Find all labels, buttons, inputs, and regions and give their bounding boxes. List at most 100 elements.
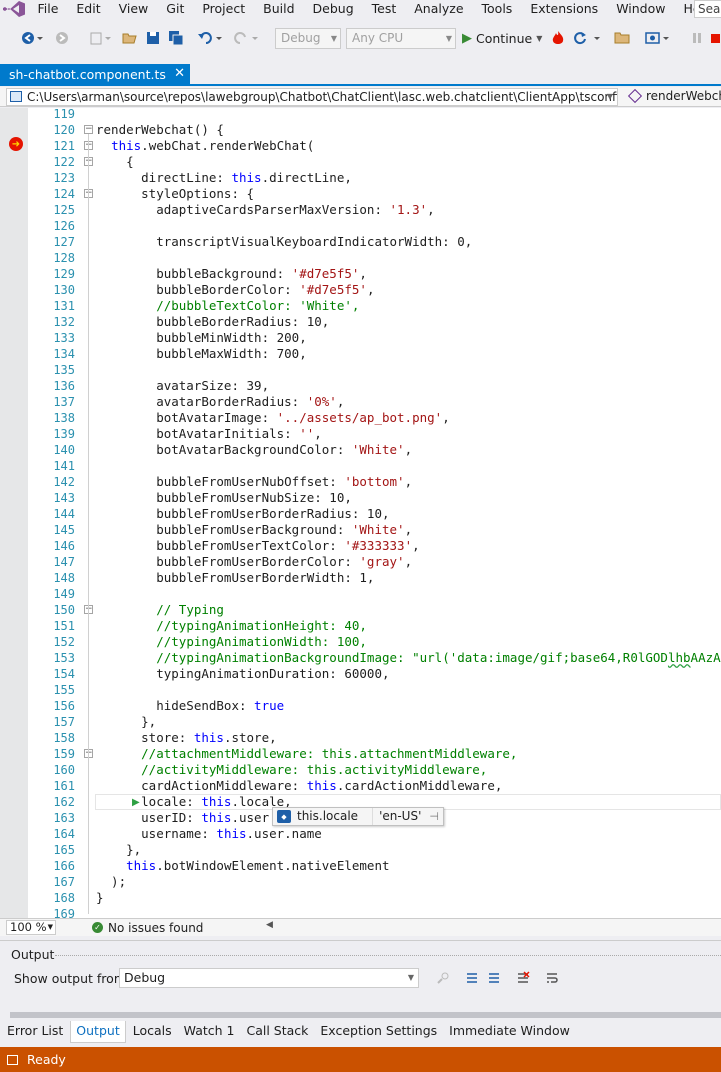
code-line[interactable]: 150− // Typing — [0, 602, 721, 618]
tab-locals[interactable]: Locals — [128, 1021, 177, 1043]
code-line[interactable]: 159− //attachmentMiddleware: this.attach… — [0, 746, 721, 762]
code-line[interactable]: 133 bubbleMinWidth: 200, — [0, 330, 721, 346]
code-line[interactable]: 158 store: this.store, — [0, 730, 721, 746]
code-line[interactable]: 126 — [0, 218, 721, 234]
output-source-select[interactable]: Debug ▼ — [119, 968, 419, 988]
data-tip[interactable]: ◆ this.locale 'en-US' ⊣ — [272, 807, 444, 826]
code-line[interactable]: 129 bubbleBackground: '#d7e5f5', — [0, 266, 721, 282]
code-line[interactable]: 147 bubbleFromUserBorderColor: 'gray', — [0, 554, 721, 570]
code-line[interactable]: 122− { — [0, 154, 721, 170]
code-line[interactable]: 164 username: this.user.name — [0, 826, 721, 842]
menu-extensions[interactable]: Extensions — [521, 1, 607, 17]
tab-sh-chatbot-component[interactable]: sh-chatbot.component.ts ✕ — [0, 64, 190, 85]
code-line[interactable]: 160 //activityMiddleware: this.activityM… — [0, 762, 721, 778]
collapse-icon[interactable]: − — [84, 125, 93, 134]
code-line[interactable]: 120− renderWebchat() { — [0, 122, 721, 138]
code-line[interactable]: 148 bubbleFromUserBorderWidth: 1, — [0, 570, 721, 586]
code-line[interactable]: 132 bubbleBorderRadius: 10, — [0, 314, 721, 330]
menu-window[interactable]: Window — [607, 1, 674, 17]
solution-platform-select[interactable]: Any CPU ▼ — [346, 28, 456, 49]
new-project-icon[interactable] — [86, 28, 114, 48]
code-line[interactable]: 156 hideSendBox: true — [0, 698, 721, 714]
code-line[interactable]: 167 ); — [0, 874, 721, 890]
save-all-icon[interactable] — [166, 28, 186, 48]
run-to-click-icon[interactable]: ▶ — [132, 797, 140, 808]
code-line[interactable]: 144 bubbleFromUserBorderRadius: 10, — [0, 506, 721, 522]
folder-icon[interactable] — [612, 28, 632, 48]
code-line[interactable]: 169 — [0, 906, 721, 918]
tab-output[interactable]: Output — [70, 1021, 126, 1043]
code-line[interactable]: 136 avatarSize: 39, — [0, 378, 721, 394]
code-line[interactable]: 138 botAvatarImage: '../assets/ap_bot.pn… — [0, 410, 721, 426]
code-line[interactable]: 149 — [0, 586, 721, 602]
menu-build[interactable]: Build — [254, 1, 303, 17]
close-icon[interactable]: ✕ — [174, 66, 185, 81]
menu-debug[interactable]: Debug — [304, 1, 363, 17]
code-line[interactable]: 142 bubbleFromUserNubOffset: 'bottom', — [0, 474, 721, 490]
code-line[interactable]: 152 //typingAnimationWidth: 100, — [0, 634, 721, 650]
menu-edit[interactable]: Edit — [67, 1, 109, 17]
code-line[interactable]: 139 botAvatarInitials: '', — [0, 426, 721, 442]
visual-studio-logo-icon[interactable] — [0, 0, 28, 18]
toggle-word-wrap-icon[interactable] — [544, 970, 560, 986]
scroll-left-icon[interactable]: ◀ — [266, 920, 273, 930]
menu-project[interactable]: Project — [193, 1, 254, 17]
undo-icon[interactable] — [195, 28, 225, 48]
menu-git[interactable]: Git — [157, 1, 193, 17]
code-line[interactable]: 140 botAvatarBackgroundColor: 'White', — [0, 442, 721, 458]
code-line[interactable]: 127 transcriptVisualKeyboardIndicatorWid… — [0, 234, 721, 250]
find-message-icon[interactable] — [435, 970, 451, 986]
menu-view[interactable]: View — [110, 1, 158, 17]
code-line[interactable]: 123 directLine: this.directLine, — [0, 170, 721, 186]
code-line[interactable]: 145 bubbleFromUserBackground: 'White', — [0, 522, 721, 538]
continue-button[interactable]: ▶ Continue ▼ — [462, 28, 542, 48]
pin-icon[interactable]: ⊣ — [425, 810, 443, 823]
code-line[interactable]: 121− this.webChat.renderWebChat( — [0, 138, 721, 154]
tab-call-stack[interactable]: Call Stack — [241, 1021, 313, 1043]
project-dropdown[interactable]: C:\Users\arman\source\repos\lawebgroup\C… — [6, 88, 618, 106]
hot-reload-icon[interactable] — [549, 28, 567, 48]
menu-tools[interactable]: Tools — [473, 1, 522, 17]
code-line[interactable]: 161 cardActionMiddleware: this.cardActio… — [0, 778, 721, 794]
datatip-value[interactable]: 'en-US' — [373, 808, 425, 825]
code-line[interactable]: 155 — [0, 682, 721, 698]
code-line[interactable]: 151 //typingAnimationHeight: 40, — [0, 618, 721, 634]
code-line[interactable]: 124− styleOptions: { — [0, 186, 721, 202]
code-line[interactable]: 143 bubbleFromUserNubSize: 10, — [0, 490, 721, 506]
horizontal-scrollbar[interactable] — [10, 1012, 721, 1018]
code-line[interactable]: 154 typingAnimationDuration: 60000, — [0, 666, 721, 682]
tab-immediate-window[interactable]: Immediate Window — [444, 1021, 575, 1043]
menu-analyze[interactable]: Analyze — [405, 1, 472, 17]
tab-exception-settings[interactable]: Exception Settings — [315, 1021, 442, 1043]
stop-icon[interactable] — [708, 28, 721, 48]
code-line[interactable]: 166 this.botWindowElement.nativeElement — [0, 858, 721, 874]
code-line[interactable]: 146 bubbleFromUserTextColor: '#333333', — [0, 538, 721, 554]
redo-icon[interactable] — [230, 28, 262, 48]
issues-indicator[interactable]: ✓ No issues found — [92, 920, 203, 936]
code-line[interactable]: 153 //typingAnimationBackgroundImage: "u… — [0, 650, 721, 666]
code-line[interactable]: 125 adaptiveCardsParserMaxVersion: '1.3'… — [0, 202, 721, 218]
open-file-icon[interactable] — [120, 28, 140, 48]
code-line[interactable]: 130 bubbleBorderColor: '#d7e5f5', — [0, 282, 721, 298]
tab-watch-1[interactable]: Watch 1 — [179, 1021, 240, 1043]
pause-icon[interactable] — [690, 28, 704, 48]
clear-all-icon[interactable] — [515, 970, 531, 986]
go-to-previous-message-icon[interactable] — [464, 970, 480, 986]
menu-test[interactable]: Test — [363, 1, 406, 17]
code-line[interactable]: 134 bubbleMaxWidth: 700, — [0, 346, 721, 362]
code-line[interactable]: 141 — [0, 458, 721, 474]
code-line[interactable]: 157 }, — [0, 714, 721, 730]
code-line[interactable]: 137 avatarBorderRadius: '0%', — [0, 394, 721, 410]
search-input[interactable]: Search — [694, 0, 721, 18]
restart-icon[interactable] — [570, 28, 604, 48]
navigate-forward-icon[interactable] — [52, 28, 72, 48]
navigate-back-button[interactable] — [18, 28, 46, 48]
code-line[interactable]: 135 — [0, 362, 721, 378]
solution-configuration-select[interactable]: Debug ▼ — [275, 28, 341, 49]
member-dropdown[interactable]: renderWebchat — [626, 88, 721, 106]
code-line[interactable]: 165 }, — [0, 842, 721, 858]
save-icon[interactable] — [144, 28, 162, 48]
go-to-next-message-icon[interactable] — [486, 970, 502, 986]
code-line[interactable]: 128 — [0, 250, 721, 266]
browser-link-icon[interactable] — [642, 28, 672, 48]
